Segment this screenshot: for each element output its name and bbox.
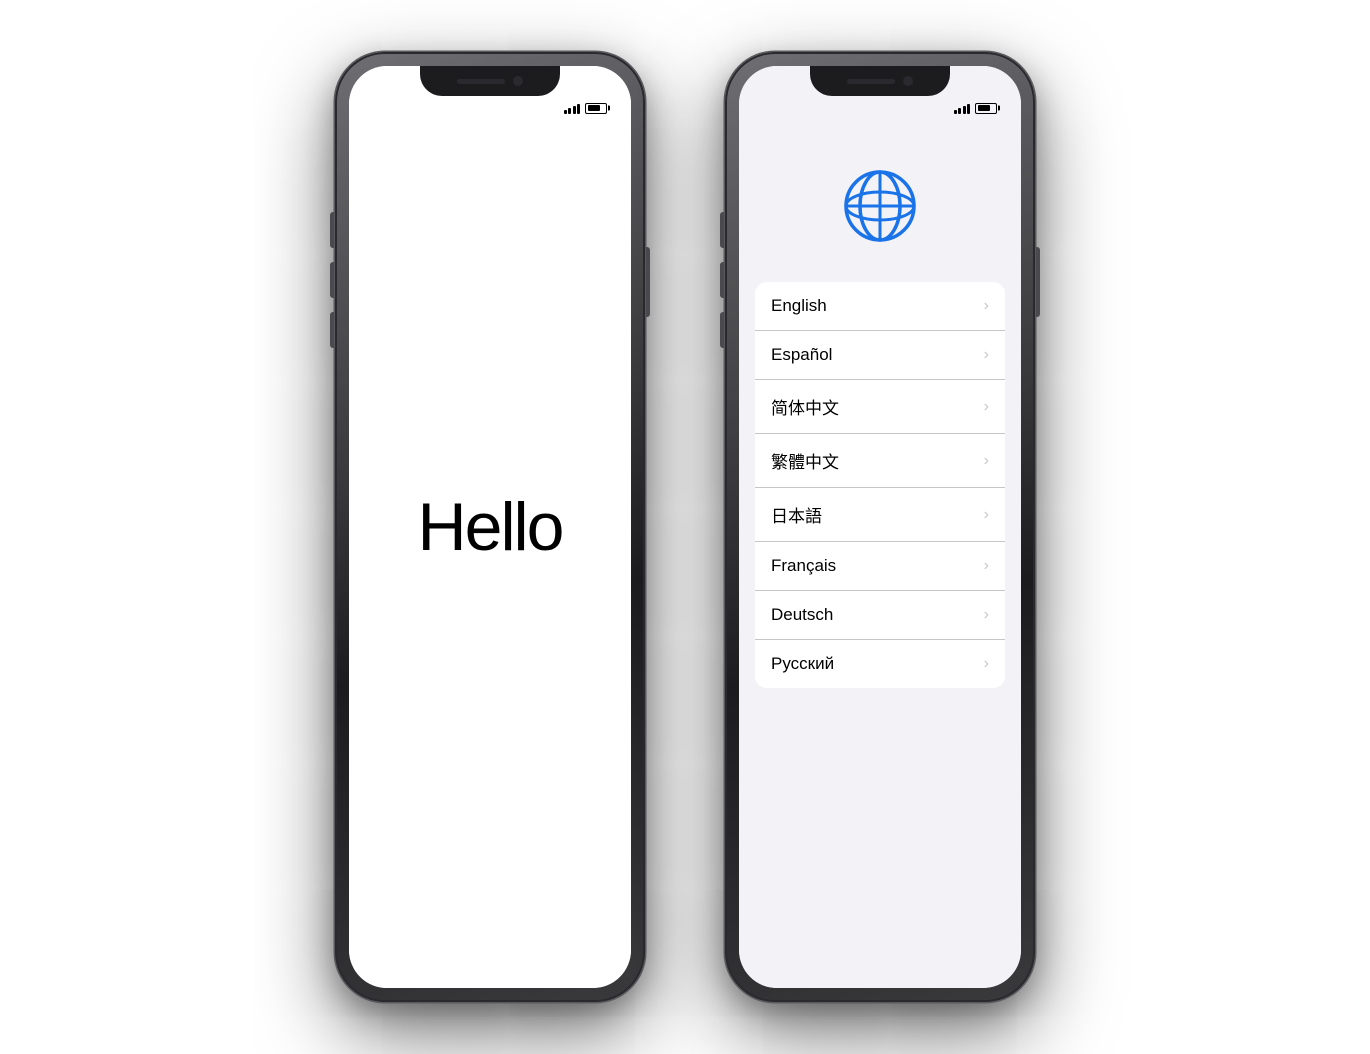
language-label-french: Français — [771, 556, 836, 576]
language-item-simplified-chinese[interactable]: 简体中文 › — [755, 380, 1005, 434]
chevron-traditional-chinese-icon: › — [984, 452, 989, 470]
bar2b — [958, 108, 961, 114]
phone-language: English › Español › 简体中文 › 繁體中文 › 日本語 — [725, 52, 1035, 1002]
language-label-traditional-chinese: 繁體中文 — [771, 448, 839, 473]
bar3 — [573, 106, 576, 114]
globe-icon — [840, 166, 920, 246]
status-icons-2 — [954, 102, 998, 114]
language-item-english[interactable]: English › — [755, 282, 1005, 331]
language-item-russian[interactable]: Русский › — [755, 640, 1005, 688]
language-label-espanol: Español — [771, 345, 832, 365]
language-label-english: English — [771, 296, 827, 316]
battery-icon — [585, 103, 607, 114]
chevron-russian-icon: › — [984, 655, 989, 673]
signal-bars-icon — [564, 102, 581, 114]
battery-icon-2 — [975, 103, 997, 114]
chevron-espanol-icon: › — [984, 346, 989, 364]
bar2 — [568, 108, 571, 114]
signal-bars-icon-2 — [954, 102, 971, 114]
phone-hello-screen: Hello — [349, 66, 631, 988]
language-item-german[interactable]: Deutsch › — [755, 591, 1005, 640]
notch — [420, 66, 560, 96]
battery-fill-2 — [978, 105, 991, 111]
chevron-french-icon: › — [984, 557, 989, 575]
phone-hello: Hello — [335, 52, 645, 1002]
chevron-simplified-chinese-icon: › — [984, 398, 989, 416]
speaker — [457, 79, 505, 84]
status-bar — [349, 96, 631, 120]
language-item-espanol[interactable]: Español › — [755, 331, 1005, 380]
status-bar-2 — [739, 96, 1021, 120]
chevron-japanese-icon: › — [984, 506, 989, 524]
language-label-german: Deutsch — [771, 605, 833, 625]
bar4 — [577, 104, 580, 114]
language-label-simplified-chinese: 简体中文 — [771, 394, 839, 419]
language-item-traditional-chinese[interactable]: 繁體中文 › — [755, 434, 1005, 488]
battery-fill — [588, 105, 601, 111]
language-item-japanese[interactable]: 日本語 › — [755, 488, 1005, 542]
camera — [513, 76, 523, 86]
bar4b — [967, 104, 970, 114]
hello-text: Hello — [418, 488, 563, 566]
language-list: English › Español › 简体中文 › 繁體中文 › 日本語 — [755, 282, 1005, 688]
chevron-english-icon: › — [984, 297, 989, 315]
chevron-german-icon: › — [984, 606, 989, 624]
language-screen: English › Español › 简体中文 › 繁體中文 › 日本語 — [739, 66, 1021, 988]
phone-language-screen: English › Español › 简体中文 › 繁體中文 › 日本語 — [739, 66, 1021, 988]
language-label-japanese: 日本語 — [771, 502, 822, 527]
notch-2 — [810, 66, 950, 96]
hello-screen: Hello — [349, 66, 631, 988]
camera-2 — [903, 76, 913, 86]
status-icons — [564, 102, 608, 114]
speaker-2 — [847, 79, 895, 84]
bar1 — [564, 110, 567, 114]
language-item-french[interactable]: Français › — [755, 542, 1005, 591]
bar1b — [954, 110, 957, 114]
language-label-russian: Русский — [771, 654, 834, 674]
bar3b — [963, 106, 966, 114]
